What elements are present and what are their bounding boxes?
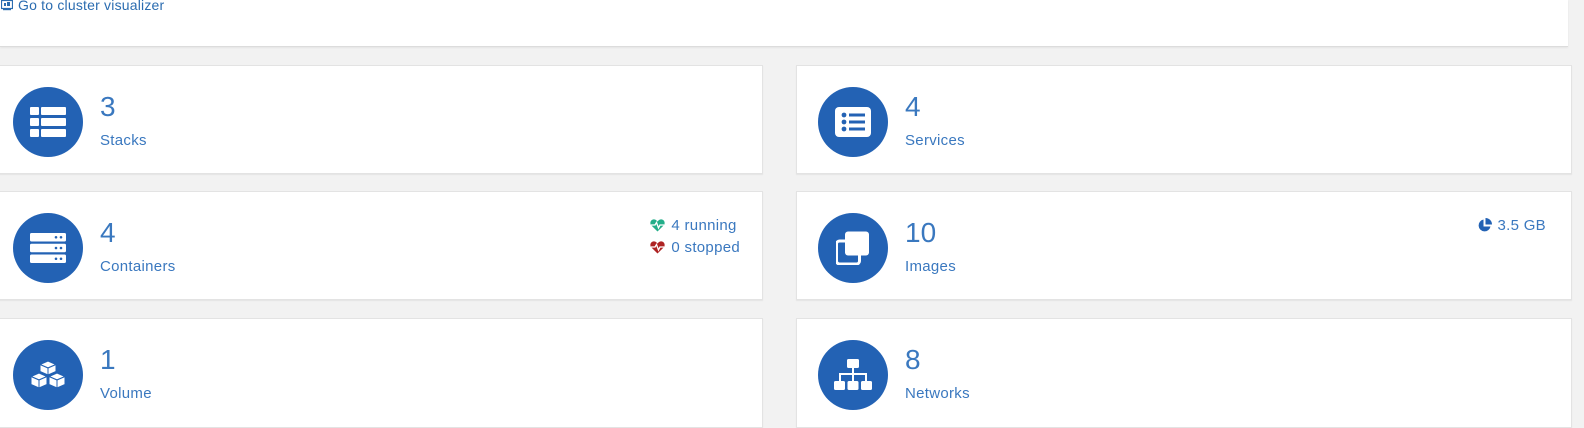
images-size-value: 3.5 GB xyxy=(1497,216,1546,234)
images-stats: 3.5 GB xyxy=(1477,214,1547,236)
images-label: Images xyxy=(905,258,956,275)
stacks-card[interactable]: 3 Stacks xyxy=(0,65,763,174)
containers-stats: 4 running 0 stopped xyxy=(650,214,740,258)
cluster-visualizer-link[interactable]: Go to cluster visualizer xyxy=(1,0,164,13)
sitemap-icon xyxy=(818,340,888,410)
networks-card[interactable]: 8 Networks xyxy=(796,318,1572,428)
cluster-visualizer-label: Go to cluster visualizer xyxy=(18,0,165,13)
heartbeat-stopped-icon xyxy=(650,240,666,253)
stacks-count: 3 xyxy=(100,91,116,122)
services-label: Services xyxy=(905,132,965,149)
header-panel: Go to cluster visualizer xyxy=(0,0,1568,47)
pie-chart-icon xyxy=(1478,217,1492,231)
containers-count: 4 xyxy=(100,217,116,248)
services-card[interactable]: 4 Services xyxy=(796,65,1572,174)
images-card[interactable]: 10 Images 3.5 GB xyxy=(796,191,1572,300)
heartbeat-running-icon xyxy=(650,218,666,231)
containers-card[interactable]: 4 Containers 4 running 0 stopped xyxy=(0,191,763,300)
visualizer-icon xyxy=(1,0,13,11)
stopped-status: 0 stopped xyxy=(650,236,740,258)
running-count: 4 running xyxy=(671,216,737,234)
stopped-count: 0 stopped xyxy=(671,238,740,256)
th-list-icon xyxy=(13,87,83,157)
images-count: 10 xyxy=(905,217,937,248)
server-icon xyxy=(13,213,83,283)
networks-label: Networks xyxy=(905,385,970,402)
volumes-card[interactable]: 1 Volume xyxy=(0,318,763,428)
networks-count: 8 xyxy=(905,344,921,375)
services-count: 4 xyxy=(905,91,921,122)
list-alt-icon xyxy=(818,87,888,157)
containers-label: Containers xyxy=(100,258,176,275)
stacks-label: Stacks xyxy=(100,132,147,149)
volumes-label: Volume xyxy=(100,385,152,402)
clone-icon xyxy=(818,213,888,283)
running-status: 4 running xyxy=(650,214,740,236)
volumes-count: 1 xyxy=(100,344,116,375)
cubes-icon xyxy=(13,340,83,410)
images-size: 3.5 GB xyxy=(1477,214,1547,236)
